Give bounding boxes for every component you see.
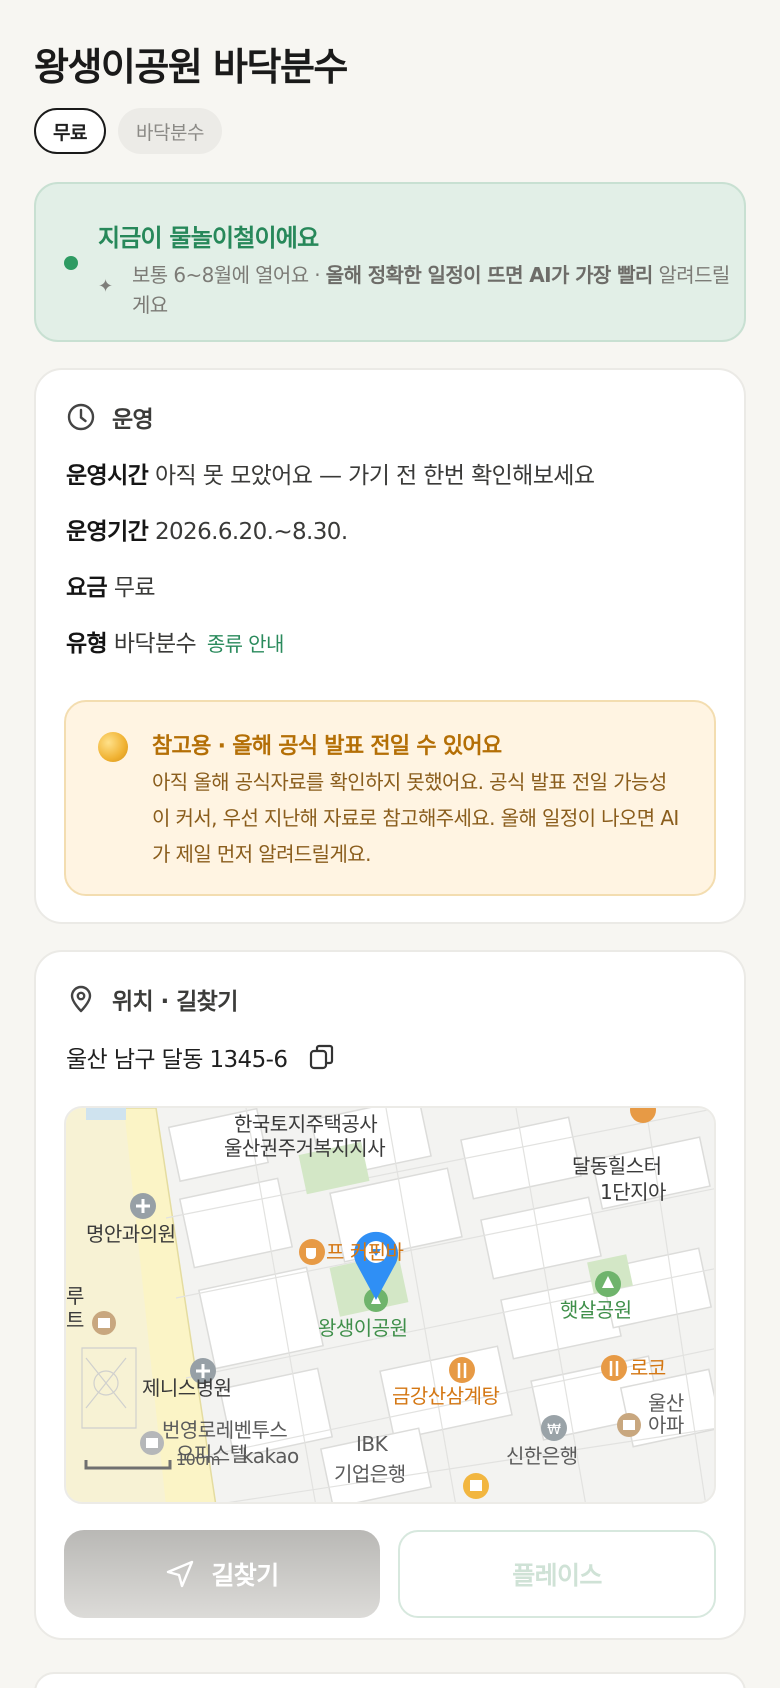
map-label: 신한은행 — [506, 1444, 578, 1468]
location-pin-icon — [70, 985, 92, 1013]
season-note: 보통 6~8월에 열어요 · 올해 정확한 일정이 뜨면 AI가 가장 빨리 알… — [132, 263, 730, 317]
map-label: 명안과의원 — [86, 1222, 176, 1246]
map-label: 왕생이공원 — [318, 1316, 408, 1340]
type-row: 유형 바닥분수 종류 안내 — [66, 631, 285, 657]
directions-label: 길찾기 — [211, 1561, 279, 1590]
location-title: 위치 · 길찾기 — [112, 989, 238, 1015]
place-button[interactable]: 플레이스 — [398, 1530, 716, 1618]
clock-icon — [67, 403, 95, 431]
location-card: 위치 · 길찾기 울산 남구 달동 1345-6 ₩ 한국토지주택공사 울산권주… — [34, 950, 746, 1640]
type-chip: 바닥분수 — [118, 108, 222, 154]
price-chip: 무료 — [34, 108, 106, 154]
hours-row: 운영시간 아직 못 모았어요 — 가기 전 한번 확인해보세요 — [66, 463, 595, 489]
address-text: 울산 남구 달동 1345-6 — [66, 1047, 288, 1073]
next-card-edge — [34, 1672, 746, 1688]
map-label: 로코 — [630, 1356, 666, 1380]
operation-title: 운영 — [112, 407, 154, 433]
navigation-arrow-icon — [167, 1560, 194, 1588]
map-label: IBK — [356, 1432, 388, 1456]
fee-row: 요금 무료 — [66, 575, 156, 601]
map-label: 울산 아파 — [648, 1391, 684, 1437]
operation-card: 운영 운영시간 아직 못 모았어요 — 가기 전 한번 확인해보세요 운영기간 … — [34, 368, 746, 924]
location-map[interactable]: ₩ 한국토지주택공사 울산권주거복지지사 달동힐스터 1단지아 명안과의원 프 … — [64, 1106, 716, 1504]
map-scale-label: 100m — [176, 1450, 221, 1469]
map-label: 달동힐스터 — [572, 1154, 662, 1178]
notice-title: 참고용 · 올해 공식 발표 전일 수 있어요 — [152, 734, 502, 759]
address-row: 울산 남구 달동 1345-6 — [66, 1040, 337, 1074]
season-banner: 지금이 물놀이철이에요 ✦ 보통 6~8월에 열어요 · 올해 정확한 일정이 … — [34, 182, 746, 342]
map-brand: kakao — [242, 1444, 299, 1468]
map-label: 1단지아 — [600, 1180, 666, 1204]
coin-icon — [98, 732, 128, 762]
map-label: 루 트 — [66, 1284, 84, 1332]
copy-icon[interactable] — [307, 1042, 337, 1072]
map-label: 울산권주거복지지사 — [224, 1136, 386, 1160]
map-label: 금강산삼계탕 — [392, 1384, 500, 1408]
season-headline: 지금이 물놀이철이에요 — [98, 224, 319, 252]
operation-header: 운영 — [66, 400, 154, 434]
map-label: 제니스병원 — [142, 1376, 232, 1400]
map-label: 기업은행 — [334, 1462, 406, 1486]
page-title: 왕생이공원 바닥분수 — [34, 45, 348, 89]
period-row: 운영기간 2026.6.20.~8.30. — [66, 519, 348, 545]
map-label: 프 커핀바 — [326, 1240, 404, 1264]
map-label: 햇살공원 — [560, 1298, 632, 1322]
notice-body: 아직 올해 공식자료를 확인하지 못했어요. 공식 발표 전일 가능성이 커서,… — [152, 770, 679, 866]
svg-text:₩: ₩ — [547, 1422, 561, 1438]
status-dot — [64, 256, 78, 270]
location-header: 위치 · 길찾기 — [66, 982, 238, 1016]
directions-button[interactable]: 길찾기 — [64, 1530, 380, 1618]
reference-notice: 참고용 · 올해 공식 발표 전일 수 있어요 아직 올해 공식자료를 확인하지… — [64, 700, 716, 896]
type-guide-link[interactable]: 종류 안내 — [207, 632, 285, 656]
sparkle-icon: ✦ — [98, 276, 114, 297]
